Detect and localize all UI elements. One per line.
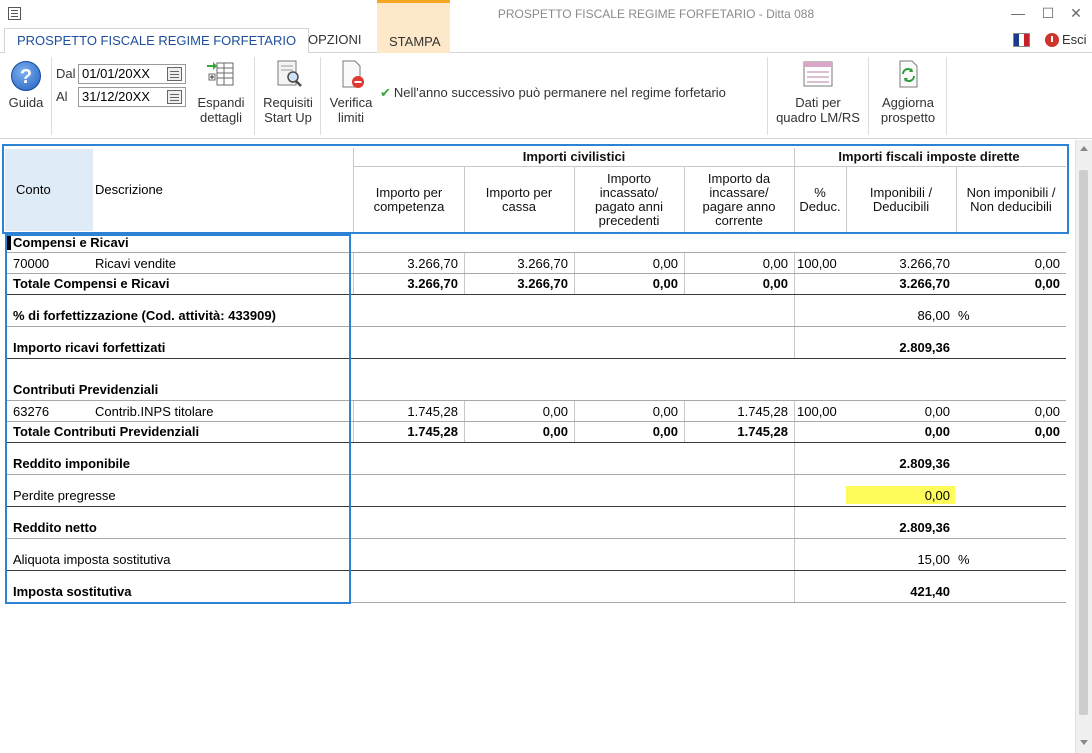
power-icon — [1045, 33, 1059, 47]
ribbon-tabs: PROSPETTO FISCALE REGIME FORFETARIO OPZI… — [0, 0, 1092, 54]
exit-label: Esci — [1062, 32, 1087, 47]
close-button[interactable]: ✕ — [1062, 2, 1090, 24]
labels-highlight-box — [5, 234, 351, 604]
ricavi-forf-value: 2.809,36 — [899, 340, 950, 355]
percent-unit: % — [958, 308, 970, 323]
total-incassato: 0,00 — [652, 276, 678, 291]
expand-label-1: Espandi — [197, 95, 245, 110]
separator — [254, 57, 255, 135]
exit-button[interactable]: Esci — [1044, 31, 1087, 49]
forfettizzazione-value: 86,00 — [917, 308, 950, 323]
window-title: PROSPETTO FISCALE REGIME FORFETARIO - Di… — [497, 7, 815, 21]
total-competenza: 3.266,70 — [407, 276, 458, 291]
requisiti-label-2: Start Up — [264, 110, 312, 125]
expand-label-2: dettagli — [200, 110, 242, 125]
row-perc-deduc: 100,00 — [797, 404, 837, 419]
grid-line — [794, 253, 795, 295]
total-imponibili: 0,00 — [924, 424, 950, 439]
grid-line — [794, 442, 795, 602]
scroll-thumb[interactable] — [1079, 170, 1088, 715]
help-label: Guida — [8, 95, 44, 110]
row-cassa: 0,00 — [542, 404, 568, 419]
expand-grid-icon — [205, 59, 237, 89]
row-non-imponibili: 0,00 — [1034, 256, 1060, 271]
tab-stampa[interactable]: STAMPA — [377, 0, 450, 53]
total-incassato: 0,00 — [652, 424, 678, 439]
scroll-up-icon[interactable] — [1080, 146, 1088, 151]
language-flag-icon[interactable] — [1013, 33, 1030, 47]
dati-label-1: Dati per — [795, 95, 841, 110]
date-to-field[interactable]: 31/12/20XX — [78, 87, 186, 107]
requisiti-label-1: Requisiti — [263, 95, 313, 110]
help-icon: ? — [11, 61, 41, 91]
verifica-label-2: limiti — [338, 110, 364, 125]
row-incassato: 0,00 — [652, 404, 678, 419]
verifica-limiti-button[interactable]: Verifica limiti — [326, 57, 376, 125]
aggiorna-label-1: Aggiorna — [881, 95, 935, 110]
total-competenza: 1.745,28 — [407, 424, 458, 439]
total-cassa: 3.266,70 — [517, 276, 568, 291]
separator — [767, 57, 768, 135]
date-to-label: Al — [56, 89, 68, 104]
row-perc-deduc: 100,00 — [797, 256, 837, 271]
dati-quadro-button[interactable]: Dati per quadro LM/RS — [772, 57, 864, 125]
maximize-button[interactable]: ☐ — [1034, 2, 1062, 24]
aggiorna-prospetto-button[interactable]: Aggiorna prospetto — [873, 57, 943, 125]
row-incassare: 0,00 — [762, 256, 788, 271]
total-non-imponibili: 0,00 — [1034, 276, 1060, 291]
calendar-icon[interactable] — [167, 90, 182, 104]
aliquota-value: 15,00 — [917, 552, 950, 567]
minimize-button[interactable]: — — [1004, 2, 1032, 24]
date-from-value: 01/01/20XX — [82, 66, 150, 81]
scroll-down-icon[interactable] — [1080, 740, 1088, 745]
total-cassa: 0,00 — [542, 424, 568, 439]
check-icon: ✔ — [380, 85, 391, 100]
document-search-icon — [272, 59, 304, 89]
separator — [868, 57, 869, 135]
title-bar: PROSPETTO FISCALE REGIME FORFETARIO - Di… — [0, 0, 1092, 28]
row-imponibili: 3.266,70 — [899, 256, 950, 271]
expand-details-button[interactable]: Espandi dettagli — [193, 57, 249, 125]
aggiorna-label-2: prospetto — [880, 110, 936, 125]
total-incassare: 1.745,28 — [737, 424, 788, 439]
row-incassare: 1.745,28 — [737, 404, 788, 419]
row-competenza: 3.266,70 — [407, 256, 458, 271]
help-button[interactable]: ? Guida — [6, 57, 46, 110]
reddito-netto-value: 2.809,36 — [899, 520, 950, 535]
tab-opzioni[interactable]: OPZIONI — [296, 28, 373, 53]
row-non-imponibili: 0,00 — [1034, 404, 1060, 419]
status-message-text: Nell'anno successivo può permanere nel r… — [393, 85, 726, 100]
date-from-label: Dal — [56, 66, 76, 81]
total-imponibili: 3.266,70 — [899, 276, 950, 291]
date-to-value: 31/12/20XX — [82, 89, 150, 104]
date-from-field[interactable]: 01/01/20XX — [78, 64, 186, 84]
grid-line — [794, 295, 795, 359]
perdite-input[interactable]: 0,00 — [846, 486, 955, 504]
percent-unit: % — [958, 552, 970, 567]
separator — [51, 57, 52, 135]
header-highlight-box — [2, 144, 1069, 234]
status-message: ✔ Nell'anno successivo può permanere nel … — [380, 85, 726, 101]
reddito-imponibile-value: 2.809,36 — [899, 456, 950, 471]
total-incassare: 0,00 — [762, 276, 788, 291]
calendar-icon[interactable] — [167, 67, 182, 81]
refresh-document-icon — [892, 59, 924, 89]
separator — [320, 57, 321, 135]
document-limit-icon — [335, 59, 367, 89]
row-cassa: 3.266,70 — [517, 256, 568, 271]
total-non-imponibili: 0,00 — [1034, 424, 1060, 439]
tab-prospetto[interactable]: PROSPETTO FISCALE REGIME FORFETARIO — [4, 28, 310, 54]
row-incassato: 0,00 — [652, 256, 678, 271]
form-grid-icon — [802, 59, 834, 89]
requisiti-startup-button[interactable]: Requisiti Start Up — [259, 57, 317, 125]
verifica-label-1: Verifica — [329, 95, 373, 110]
dati-label-2: quadro LM/RS — [776, 110, 860, 125]
separator — [946, 57, 947, 135]
row-competenza: 1.745,28 — [407, 404, 458, 419]
imposta-value: 421,40 — [910, 584, 950, 599]
row-imponibili: 0,00 — [924, 404, 950, 419]
